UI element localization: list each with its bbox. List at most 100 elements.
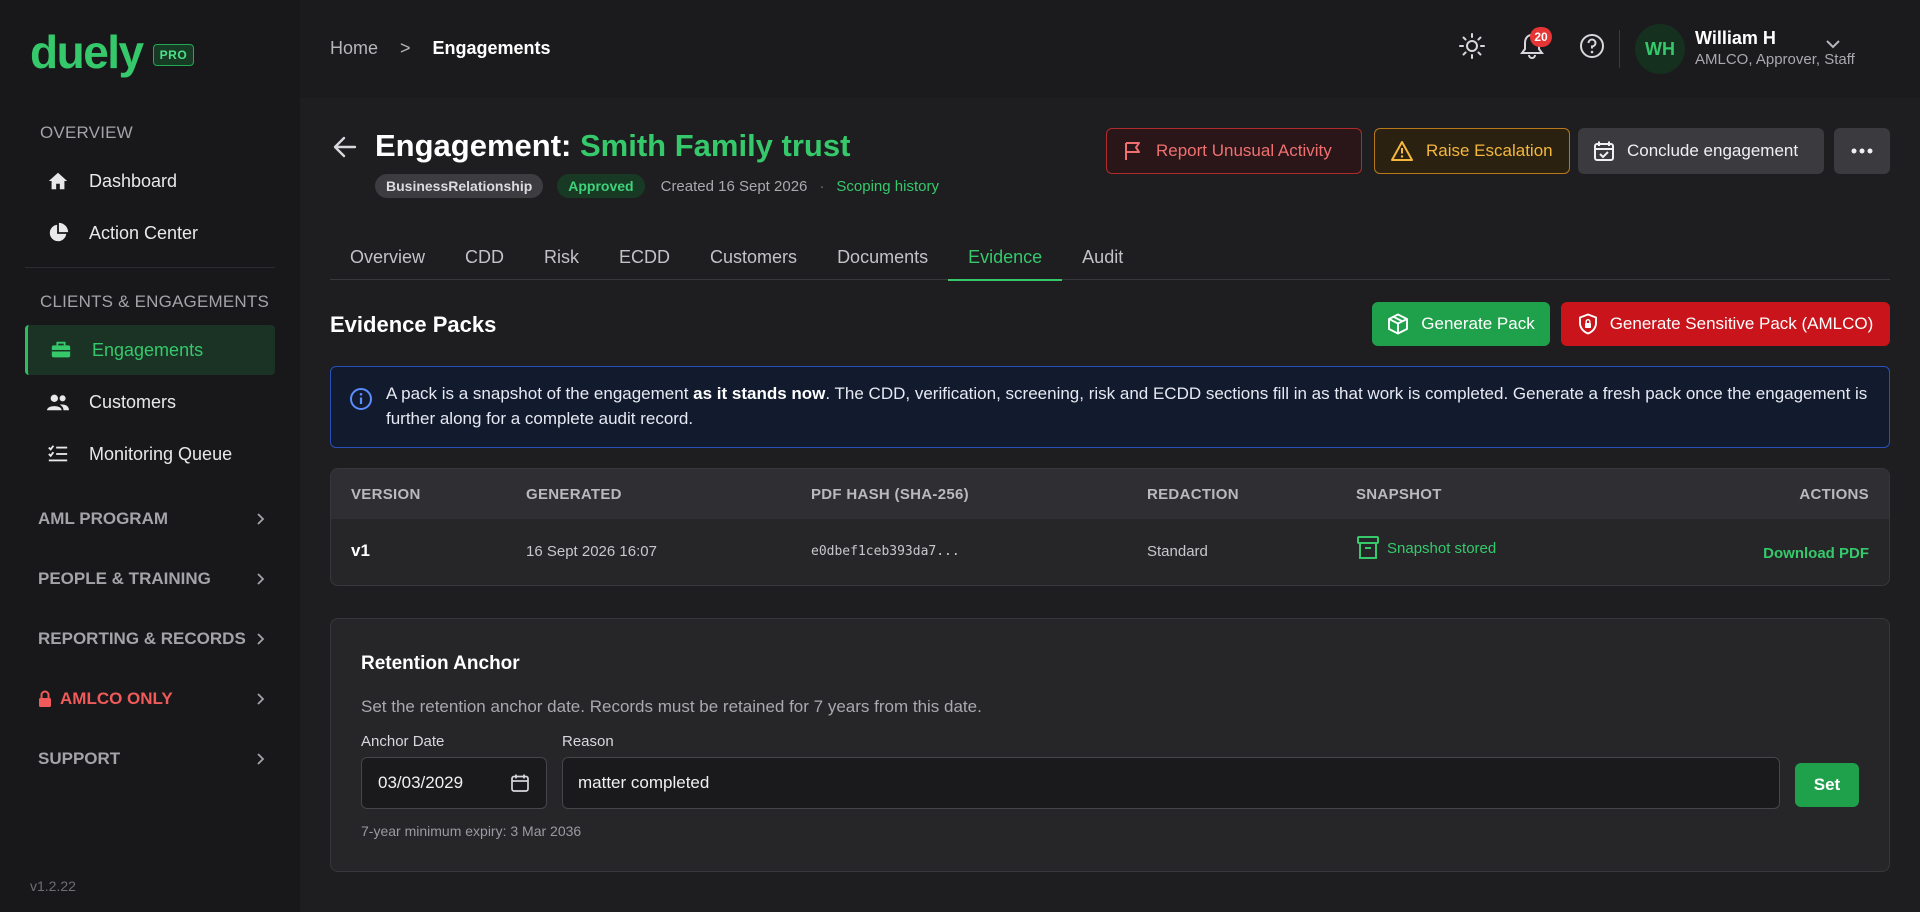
anchor-date-value: 03/03/2029 (378, 773, 464, 792)
sidebar-group-people-training[interactable]: PEOPLE & TRAINING (38, 564, 266, 594)
plan-badge: PRO (152, 44, 195, 66)
conclude-engagement-label: Conclude engagement (1627, 141, 1799, 160)
breadcrumb-current: Engagements (432, 38, 551, 58)
column-header-hash: PDF HASH (SHA-256) (811, 485, 969, 503)
evidence-packs-title: Evidence Packs (330, 312, 497, 337)
notifications-button[interactable]: 20 (1516, 27, 1552, 62)
app-version: v1.2.22 (30, 878, 76, 894)
pack-version: v1 (351, 541, 370, 560)
brand-logo[interactable]: duely PRO (30, 26, 195, 78)
tab-cdd[interactable]: CDD (445, 234, 524, 280)
generate-sensitive-pack-label: Generate Sensitive Pack (AMLCO) (1609, 314, 1874, 333)
retention-anchor-card: Retention Anchor Set the retention ancho… (330, 618, 1890, 872)
user-roles: AMLCO, Approver, Staff (1695, 51, 1855, 68)
chevron-right-icon (256, 692, 266, 706)
sidebar-group-label: SUPPORT (38, 749, 121, 768)
tab-risk[interactable]: Risk (524, 234, 599, 280)
avatar[interactable]: WH (1635, 24, 1685, 74)
raise-escalation-button[interactable]: Raise Escalation (1374, 128, 1570, 174)
column-header-redaction: REDACTION (1147, 485, 1239, 503)
set-anchor-button[interactable]: Set (1795, 763, 1859, 807)
sidebar-item-label: Monitoring Queue (89, 443, 233, 464)
reason-value: matter completed (578, 773, 710, 792)
info-text-start: A pack is a snapshot of the engagement (386, 384, 694, 403)
generate-sensitive-pack-button[interactable]: Generate Sensitive Pack (AMLCO) (1561, 302, 1890, 346)
help-button[interactable] (1576, 30, 1608, 62)
pack-redaction: Standard (1147, 543, 1208, 560)
retention-expiry-note: 7-year minimum expiry: 3 Mar 2036 (361, 823, 582, 839)
tab-documents[interactable]: Documents (817, 234, 948, 280)
pack-snapshot-status: Snapshot stored (1356, 535, 1496, 561)
tab-evidence[interactable]: Evidence (948, 234, 1063, 281)
more-actions-button[interactable] (1834, 128, 1890, 174)
theme-toggle-button[interactable] (1456, 30, 1488, 62)
sidebar-group-aml-program[interactable]: AML PROGRAM (38, 504, 266, 534)
engagement-meta: BusinessRelationship Approved Created 16… (375, 174, 939, 198)
column-header-generated: GENERATED (526, 485, 622, 503)
breadcrumb-separator: > (400, 38, 411, 58)
sidebar-group-reporting-records[interactable]: REPORTING & RECORDS (38, 624, 266, 654)
breadcrumb-home[interactable]: Home (330, 38, 378, 59)
sidebar-item-engagements[interactable]: Engagements (25, 325, 275, 375)
table-header: VERSION GENERATED PDF HASH (SHA-256) RED… (331, 469, 1889, 519)
reason-label: Reason (562, 733, 614, 750)
snapshot-status-label: Snapshot stored (1387, 539, 1497, 557)
column-header-actions: ACTIONS (1799, 485, 1869, 503)
status-badge: Approved (557, 174, 645, 198)
breadcrumb: Home > Engagements (330, 38, 551, 59)
topbar-divider (1619, 30, 1620, 68)
pie-chart-icon (45, 220, 71, 246)
sidebar-group-label: AML PROGRAM (38, 509, 169, 528)
sidebar-item-customers[interactable]: Customers (25, 377, 275, 427)
conclude-engagement-button[interactable]: Conclude engagement (1578, 128, 1824, 174)
tab-audit[interactable]: Audit (1062, 234, 1143, 280)
chevron-right-icon (256, 512, 266, 526)
sidebar-item-dashboard[interactable]: Dashboard (25, 156, 275, 206)
sidebar-item-label: Customers (89, 391, 177, 412)
clients-heading: CLIENTS & ENGAGEMENTS (40, 292, 270, 311)
shield-lock-icon (1578, 313, 1598, 335)
generate-pack-button[interactable]: Generate Pack (1372, 302, 1550, 346)
archive-icon (1356, 535, 1380, 561)
topbar: Home > Engagements 20 WH William H AMLCO… (300, 0, 1920, 98)
sidebar-group-amlco-only[interactable]: AMLCO ONLY (38, 684, 266, 714)
package-icon (1387, 313, 1409, 335)
calendar-icon[interactable] (510, 773, 530, 793)
tab-customers[interactable]: Customers (690, 234, 817, 280)
created-date: Created 16 Sept 2026 (660, 177, 808, 195)
sidebar-item-label: Action Center (89, 222, 199, 243)
user-name[interactable]: William H (1695, 28, 1776, 49)
sidebar-item-action-center[interactable]: Action Center (25, 208, 275, 258)
main-content: Engagement: Smith Family trust BusinessR… (300, 98, 1920, 912)
column-header-version: VERSION (351, 485, 421, 503)
help-circle-icon (1578, 32, 1606, 60)
report-unusual-activity-label: Report Unusual Activity (1156, 141, 1332, 160)
sidebar-group-label: AMLCO ONLY (60, 689, 173, 708)
pack-generated-date: 16 Sept 2026 16:07 (526, 543, 657, 560)
anchor-date-input[interactable]: 03/03/2029 (361, 757, 547, 809)
meta-separator: · (819, 177, 825, 195)
scoping-history-link[interactable]: Scoping history (836, 178, 939, 195)
tab-overview[interactable]: Overview (330, 234, 445, 280)
sun-icon (1458, 32, 1486, 60)
notification-count-badge: 20 (1530, 27, 1552, 47)
raise-escalation-label: Raise Escalation (1426, 141, 1553, 160)
user-menu-chevron-down-icon[interactable] (1825, 38, 1841, 50)
info-alert: A pack is a snapshot of the engagement a… (330, 366, 1890, 448)
reason-input[interactable]: matter completed (562, 757, 1780, 809)
sidebar-item-monitoring-queue[interactable]: Monitoring Queue (25, 429, 275, 479)
report-unusual-activity-button[interactable]: Report Unusual Activity (1106, 128, 1362, 174)
retention-anchor-description: Set the retention anchor date. Records m… (361, 697, 982, 716)
engagement-name: Smith Family trust (579, 128, 851, 163)
lock-icon (38, 690, 52, 708)
sidebar-divider (25, 267, 275, 268)
back-button[interactable] (330, 132, 360, 162)
download-pdf-link[interactable]: Download PDF (1763, 545, 1869, 562)
anchor-date-label: Anchor Date (361, 733, 445, 750)
arrow-left-icon (333, 136, 357, 158)
retention-anchor-title: Retention Anchor (361, 653, 520, 674)
info-text-emphasis: as it stands now (693, 384, 826, 403)
tab-ecdd[interactable]: ECDD (599, 234, 690, 280)
sidebar-group-support[interactable]: SUPPORT (38, 744, 266, 774)
more-horizontal-icon (1851, 148, 1873, 154)
